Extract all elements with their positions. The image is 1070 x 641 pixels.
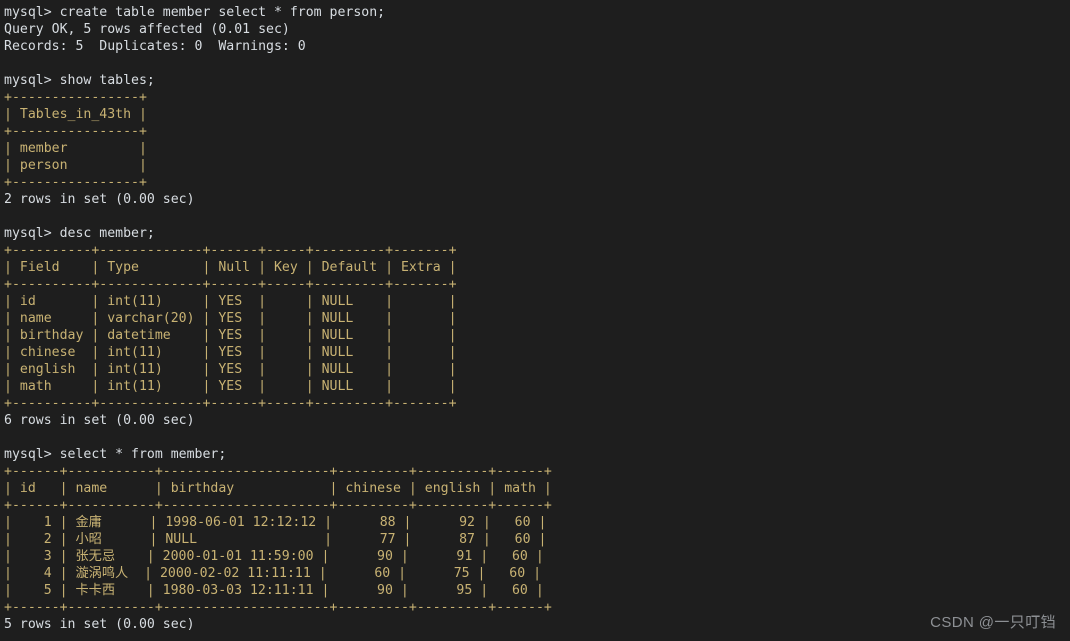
- table-row: | 4 | 漩涡鸣人 | 2000-02-02 11:11:11 | 60 | …: [4, 566, 542, 581]
- desc-row-count: 6 rows in set (0.00 sec): [4, 413, 195, 428]
- desc-header-row: | Field | Type | Null | Key | Default | …: [4, 260, 457, 275]
- show-tables-rule-mid: +----------------+: [4, 124, 147, 139]
- table-row: | person |: [4, 158, 147, 173]
- table-row: | english | int(11) | YES | | NULL | |: [4, 362, 457, 377]
- table-row: | birthday | datetime | YES | | NULL | |: [4, 328, 457, 343]
- mysql-terminal[interactable]: mysql> create table member select * from…: [0, 0, 1070, 641]
- table-row: | 2 | 小昭 | NULL | 77 | 87 | 60 |: [4, 532, 547, 547]
- desc-rule-top: +----------+-------------+------+-----+-…: [4, 243, 457, 258]
- table-row: | 1 | 金庸 | 1998-06-01 12:12:12 | 88 | 92…: [4, 515, 547, 530]
- table-row: | math | int(11) | YES | | NULL | |: [4, 379, 457, 394]
- table-row: | chinese | int(11) | YES | | NULL | |: [4, 345, 457, 360]
- csdn-watermark: CSDN @一只叮铛: [930, 614, 1056, 631]
- select-row-count: 5 rows in set (0.00 sec): [4, 617, 195, 632]
- show-tables-row-count: 2 rows in set (0.00 sec): [4, 192, 195, 207]
- select-header-row: | id | name | birthday | chinese | engli…: [4, 481, 552, 496]
- select-rule-top: +------+-----------+--------------------…: [4, 464, 552, 479]
- table-row: | id | int(11) | YES | | NULL | |: [4, 294, 457, 309]
- show-tables-rule-top: +----------------+: [4, 90, 147, 105]
- show-tables-rule-bottom: +----------------+: [4, 175, 147, 190]
- select-rule-bottom: +------+-----------+--------------------…: [4, 600, 552, 615]
- create-table-result-query-ok: Query OK, 5 rows affected (0.01 sec): [4, 22, 290, 37]
- command-desc-member: mysql> desc member;: [4, 226, 155, 241]
- show-tables-header-row: | Tables_in_43th |: [4, 107, 147, 122]
- desc-rule-bottom: +----------+-------------+------+-----+-…: [4, 396, 457, 411]
- table-row: | name | varchar(20) | YES | | NULL | |: [4, 311, 457, 326]
- table-row: | 5 | 卡卡西 | 1980-03-03 12:11:11 | 90 | 9…: [4, 583, 544, 598]
- command-create-table: mysql> create table member select * from…: [4, 5, 386, 20]
- command-show-tables: mysql> show tables;: [4, 73, 155, 88]
- table-row: | 3 | 张无忌 | 2000-01-01 11:59:00 | 90 | 9…: [4, 549, 544, 564]
- select-rule-mid: +------+-----------+--------------------…: [4, 498, 552, 513]
- desc-rule-mid: +----------+-------------+------+-----+-…: [4, 277, 457, 292]
- create-table-result-records: Records: 5 Duplicates: 0 Warnings: 0: [4, 39, 306, 54]
- command-select-member: mysql> select * from member;: [4, 447, 227, 462]
- table-row: | member |: [4, 141, 147, 156]
